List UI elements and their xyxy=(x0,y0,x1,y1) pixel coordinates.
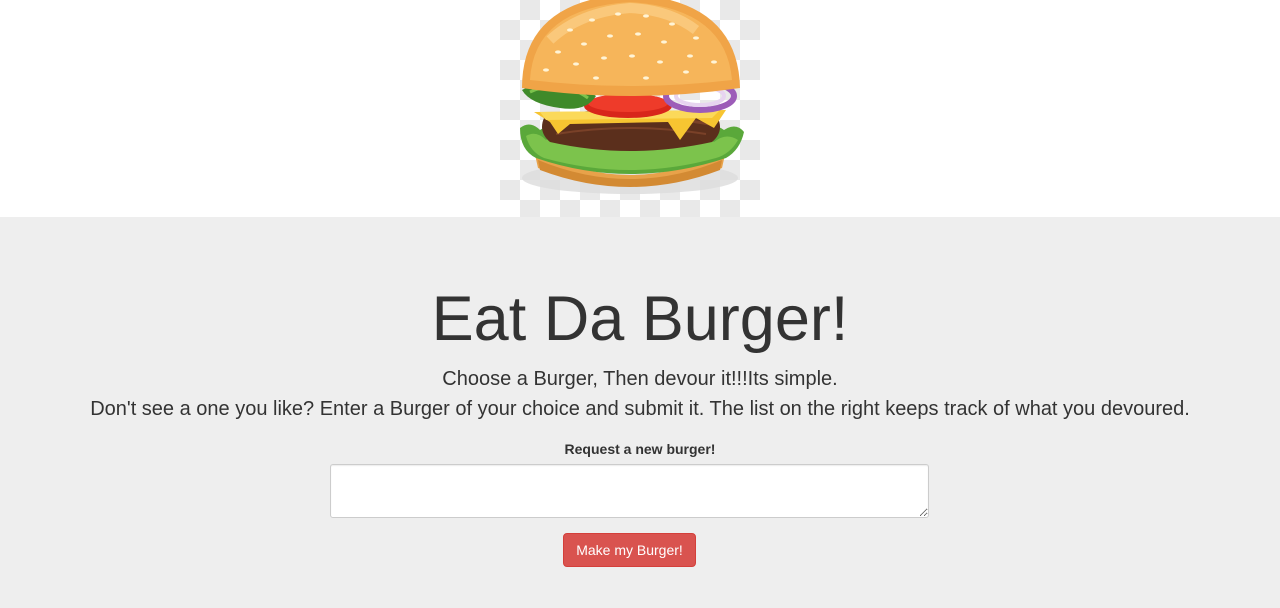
subtitle-line-2: Don't see a one you like? Enter a Burger… xyxy=(90,398,1190,420)
burger-illustration xyxy=(520,0,744,194)
jumbotron: Eat Da Burger! Choose a Burger, Then dev… xyxy=(0,217,1280,608)
subtitle-line-1: Choose a Burger, Then devour it!!!Its si… xyxy=(442,368,838,390)
page-title: Eat Da Burger! xyxy=(431,284,849,354)
burger-request-input[interactable] xyxy=(330,464,929,518)
burger-request-label: Request a new burger! xyxy=(564,441,716,457)
header-banner xyxy=(0,0,1280,217)
burger-image xyxy=(500,0,760,217)
make-burger-button[interactable]: Make my Burger! xyxy=(563,533,696,567)
